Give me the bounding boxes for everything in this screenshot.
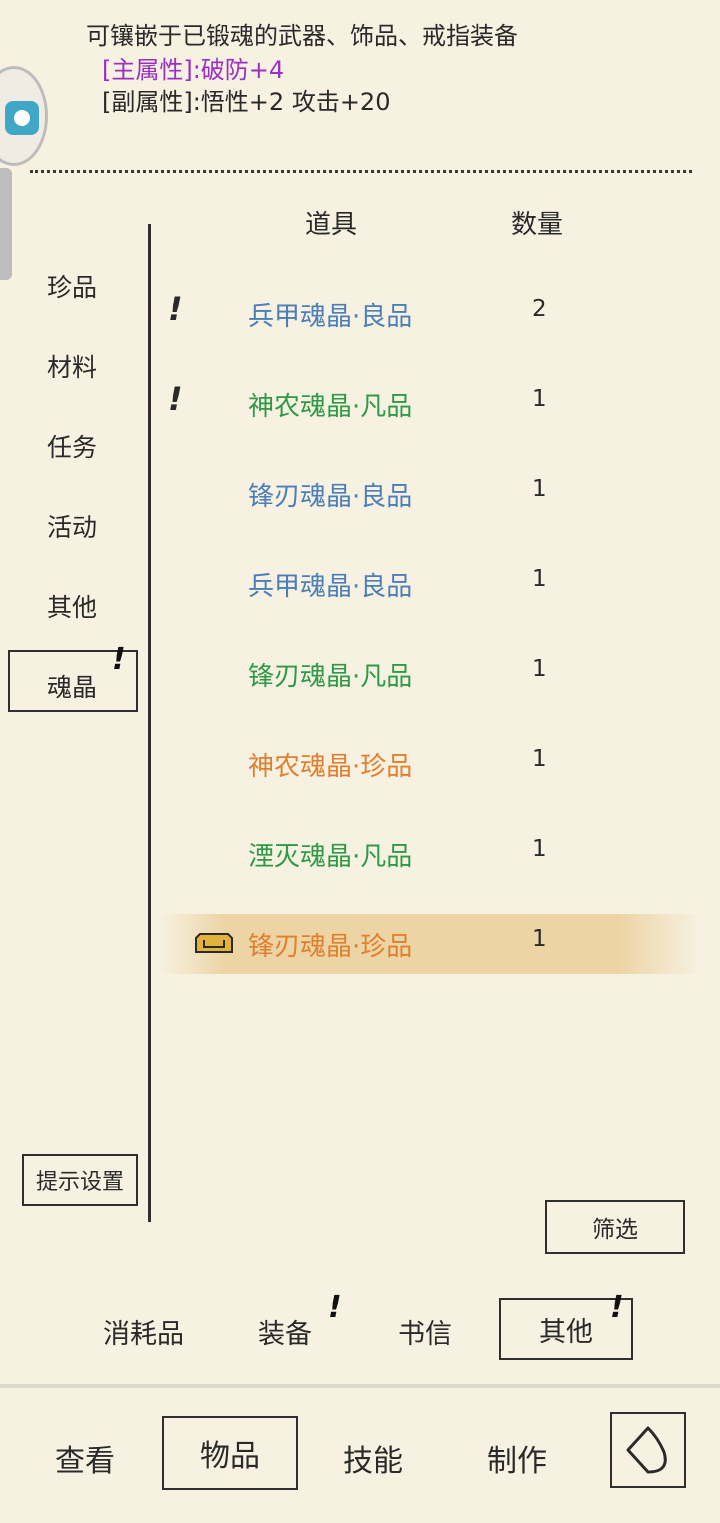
sub-attribute: [副属性]:悟性+2 攻击+20 (102, 88, 391, 116)
dotted-divider (30, 170, 692, 173)
alert-mark-equipment: ! (328, 1290, 342, 1325)
category-other[interactable]: 其他 (47, 588, 97, 624)
alert-mark-category: ! (112, 642, 126, 677)
item-row[interactable]: 湮灭魂晶·凡品 1 (160, 824, 700, 884)
item-row[interactable]: 神农魂晶·珍品 1 (160, 734, 700, 794)
item-alert-mark: ! (168, 380, 183, 418)
item-name: 神农魂晶·凡品 (248, 392, 413, 422)
item-quantity: 1 (532, 836, 547, 862)
back-icon (626, 1426, 667, 1474)
item-name: 锋刃魂晶·珍品 (248, 932, 413, 962)
back-button[interactable] (610, 1412, 686, 1488)
tab-other-label: 其他 (539, 1316, 593, 1348)
item-name: 神农魂晶·珍品 (248, 752, 413, 782)
category-materials[interactable]: 材料 (47, 348, 97, 384)
item-description: 可镶嵌于已锻魂的武器、饰品、戒指装备 (86, 22, 518, 50)
scroll-indicator[interactable] (0, 168, 12, 280)
tab-consumables[interactable]: 消耗品 (103, 1312, 184, 1351)
item-name: 锋刃魂晶·凡品 (248, 662, 413, 692)
item-quantity: 1 (532, 476, 547, 502)
item-row[interactable]: ! 兵甲魂晶·良品 2 (160, 284, 700, 344)
item-name: 锋刃魂晶·良品 (248, 482, 413, 512)
nav-craft[interactable]: 制作 (487, 1436, 547, 1480)
category-treasure[interactable]: 珍品 (47, 268, 97, 304)
nav-view[interactable]: 查看 (55, 1436, 115, 1480)
item-row[interactable]: 兵甲魂晶·良品 1 (160, 554, 700, 614)
category-events[interactable]: 活动 (47, 508, 97, 544)
main-attribute: [主属性]:破防+4 (102, 56, 285, 84)
item-row[interactable]: 锋刃魂晶·珍品 1 (160, 914, 700, 974)
vertical-divider (148, 224, 151, 1222)
equipped-tag-icon (195, 933, 233, 953)
nav-skills[interactable]: 技能 (343, 1436, 403, 1480)
item-quantity: 1 (532, 746, 547, 772)
item-quantity: 1 (532, 926, 547, 952)
item-name: 兵甲魂晶·良品 (248, 302, 413, 332)
column-header-item: 道具 (305, 210, 358, 240)
tab-letters[interactable]: 书信 (398, 1312, 452, 1351)
filter-button[interactable]: 筛选 (545, 1200, 685, 1254)
category-soul-crystal[interactable]: 魂晶 (47, 668, 97, 704)
item-quantity: 2 (532, 296, 547, 322)
tab-equipment[interactable]: 装备 (258, 1312, 312, 1351)
item-alert-mark: ! (168, 290, 183, 328)
item-name: 湮灭魂晶·凡品 (248, 842, 413, 872)
item-quantity: 1 (532, 386, 547, 412)
category-quests[interactable]: 任务 (47, 428, 97, 464)
nav-items[interactable]: 物品 (162, 1416, 298, 1490)
alert-mark-other: ! (610, 1290, 624, 1325)
item-row[interactable]: ! 神农魂晶·凡品 1 (160, 374, 700, 434)
floating-assistant-button[interactable] (0, 66, 48, 166)
nav-items-label: 物品 (200, 1439, 260, 1474)
item-row[interactable]: 锋刃魂晶·良品 1 (160, 464, 700, 524)
item-quantity: 1 (532, 656, 547, 682)
hint-settings-button[interactable]: 提示设置 (22, 1154, 138, 1206)
item-row[interactable]: 锋刃魂晶·凡品 1 (160, 644, 700, 704)
filter-label: 筛选 (592, 1217, 638, 1243)
hint-settings-label: 提示设置 (35, 1170, 124, 1195)
item-quantity: 1 (532, 566, 547, 592)
app-logo-icon (5, 101, 39, 135)
column-header-quantity: 数量 (511, 210, 564, 240)
item-name: 兵甲魂晶·良品 (248, 572, 413, 602)
